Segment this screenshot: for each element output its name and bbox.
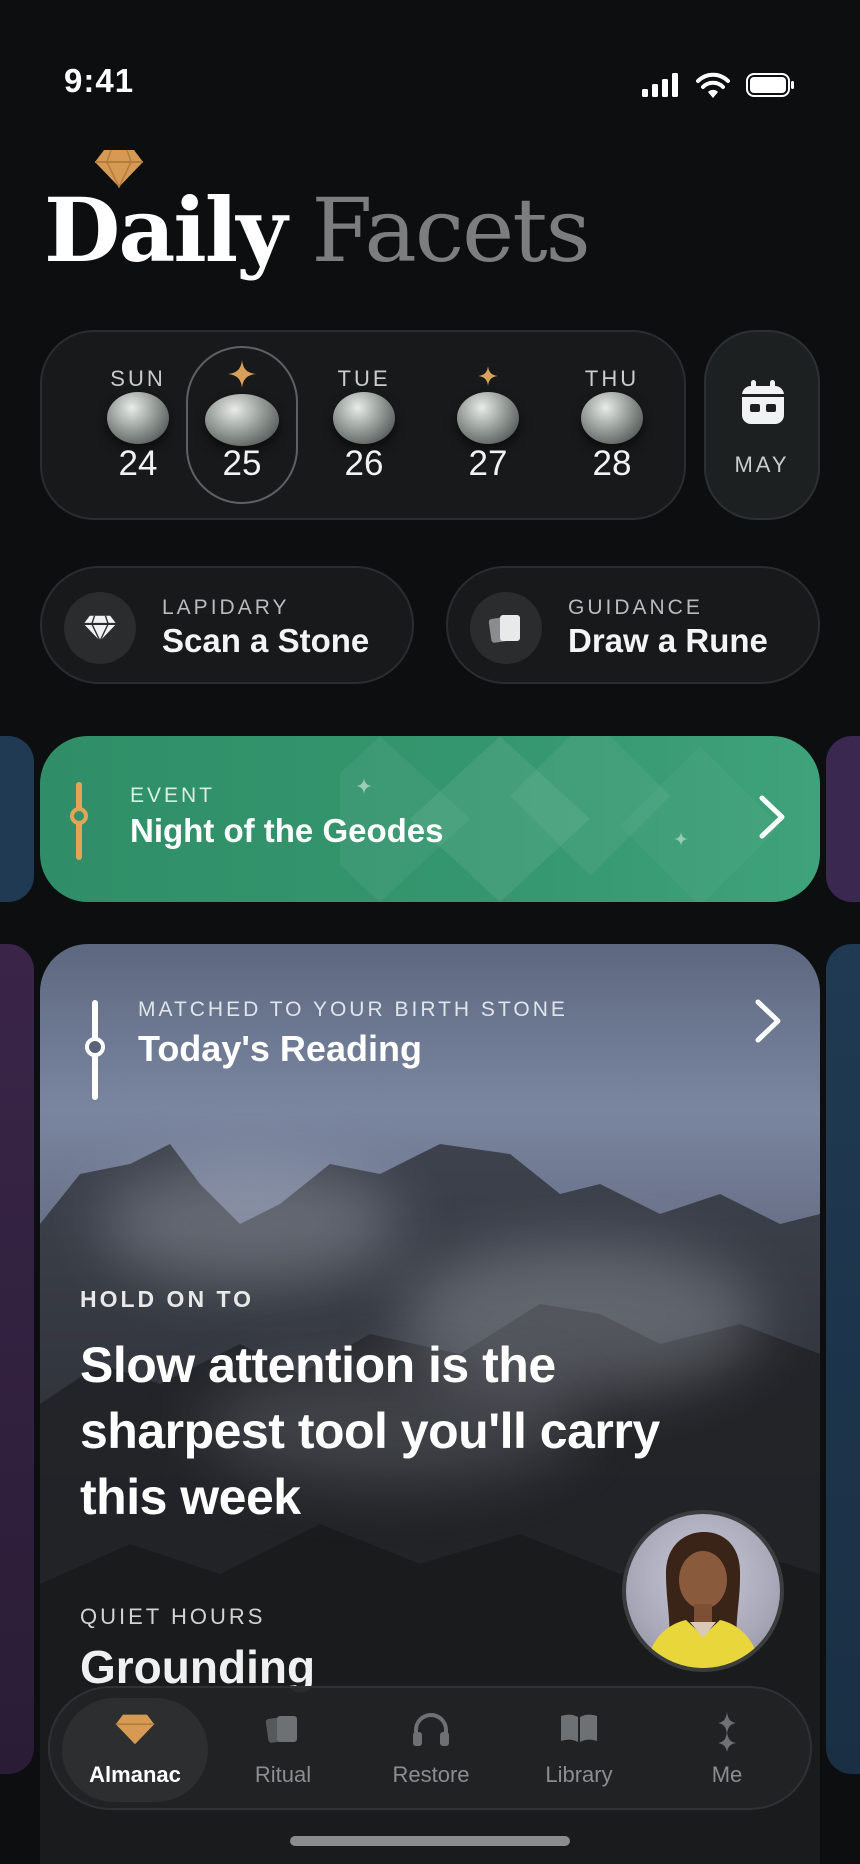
tab-label: Almanac	[89, 1762, 181, 1787]
status-time: 9:41	[64, 62, 135, 99]
reading-title: Today's Reading	[138, 1028, 422, 1069]
month-button[interactable]: MAY	[704, 330, 820, 520]
week-strip: SUN 24 25 TUE 26 27 THU 28	[40, 330, 686, 520]
cellular-signal-icon	[642, 73, 678, 97]
action-kicker: GUIDANCE	[568, 596, 703, 619]
draw-rune-button[interactable]: GUIDANCE Draw a Rune	[446, 566, 820, 684]
next-card-peek[interactable]	[826, 944, 860, 1774]
advisor-portrait	[646, 1532, 760, 1668]
event-title: Night of the Geodes	[130, 812, 444, 849]
action-kicker: LAPIDARY	[162, 596, 290, 619]
scan-stone-button[interactable]: LAPIDARY Scan a Stone	[40, 566, 414, 684]
action-title: Draw a Rune	[568, 622, 768, 659]
day-sun[interactable]: SUN 24	[82, 332, 194, 522]
tab-label: Me	[711, 1762, 743, 1787]
sparkle-icon	[674, 832, 688, 846]
tab-almanac[interactable]: Almanac	[62, 1698, 208, 1802]
reading-kicker: MATCHED TO YOUR BIRTH STONE	[138, 998, 568, 1021]
next-card-peek[interactable]	[826, 736, 860, 902]
day-name: THU	[584, 366, 640, 391]
sparkle-icon	[356, 778, 372, 794]
day-tue[interactable]: TUE 26	[308, 332, 420, 522]
cards-icon	[265, 1716, 297, 1743]
tab-label: Ritual	[254, 1762, 312, 1787]
day-number: 28	[592, 444, 632, 483]
sparkle-icon	[478, 366, 498, 386]
prev-card-peek[interactable]	[0, 736, 34, 902]
event-timeline-knob	[70, 807, 88, 825]
tab-bar: Almanac Ritual Restore Library Me	[48, 1686, 812, 1810]
title-secondary: Facets	[311, 179, 590, 282]
stone-icon	[333, 392, 395, 444]
day-number: 27	[468, 444, 508, 483]
title-primary: Daily	[44, 178, 287, 282]
sparkle-icon	[228, 360, 256, 388]
prev-card-peek[interactable]	[0, 944, 34, 1774]
reading-quote: Slow attention is the sharpest tool you'…	[80, 1337, 660, 1525]
hold-kicker: HOLD ON TO	[80, 1286, 254, 1312]
tab-label: Library	[545, 1762, 613, 1787]
chevron-right-icon[interactable]	[758, 794, 786, 840]
stone-icon	[457, 392, 519, 444]
chevron-right-icon[interactable]	[754, 998, 782, 1044]
day-number: 26	[344, 444, 384, 483]
day-thu[interactable]: THU 28	[556, 332, 668, 522]
page-title: Daily Facets	[44, 178, 591, 282]
day-number: 24	[118, 444, 158, 483]
stone-icon	[107, 392, 169, 444]
wifi-icon	[696, 72, 730, 98]
diamond-icon	[83, 615, 117, 642]
battery-icon	[746, 73, 794, 97]
stone-icon	[205, 394, 279, 446]
home-indicator[interactable]	[290, 1836, 570, 1846]
day-name: TUE	[337, 366, 391, 391]
status-icons	[642, 72, 796, 98]
reading-timeline-knob	[85, 1037, 105, 1057]
tab-restore[interactable]: Restore	[358, 1698, 504, 1802]
book-icon	[561, 1714, 597, 1742]
tab-me[interactable]: Me	[654, 1698, 800, 1802]
event-banner[interactable]: EVENT Night of the Geodes	[40, 736, 820, 902]
mist	[100, 1164, 400, 1284]
day-27[interactable]: 27	[432, 332, 544, 522]
month-label: MAY	[734, 452, 790, 477]
quiet-hours-kicker: QUIET HOURS	[80, 1604, 266, 1629]
calendar-icon	[742, 380, 784, 424]
event-kicker: EVENT	[130, 784, 216, 807]
tab-ritual[interactable]: Ritual	[210, 1698, 356, 1802]
tab-label: Restore	[392, 1762, 470, 1787]
advisor-avatar[interactable]	[622, 1510, 784, 1672]
day-name: SUN	[110, 366, 166, 391]
action-icon-wrap	[470, 592, 542, 664]
tab-library[interactable]: Library	[506, 1698, 652, 1802]
day-number: 25	[222, 444, 262, 483]
stone-icon	[581, 392, 643, 444]
day-selected[interactable]: 25	[186, 346, 298, 504]
sparkle-icon	[718, 1712, 736, 1752]
diamond-icon	[115, 1714, 155, 1745]
action-icon-wrap	[64, 592, 136, 664]
headphones-icon	[413, 1713, 449, 1746]
rune-cards-icon	[488, 615, 520, 643]
action-title: Scan a Stone	[162, 622, 370, 659]
